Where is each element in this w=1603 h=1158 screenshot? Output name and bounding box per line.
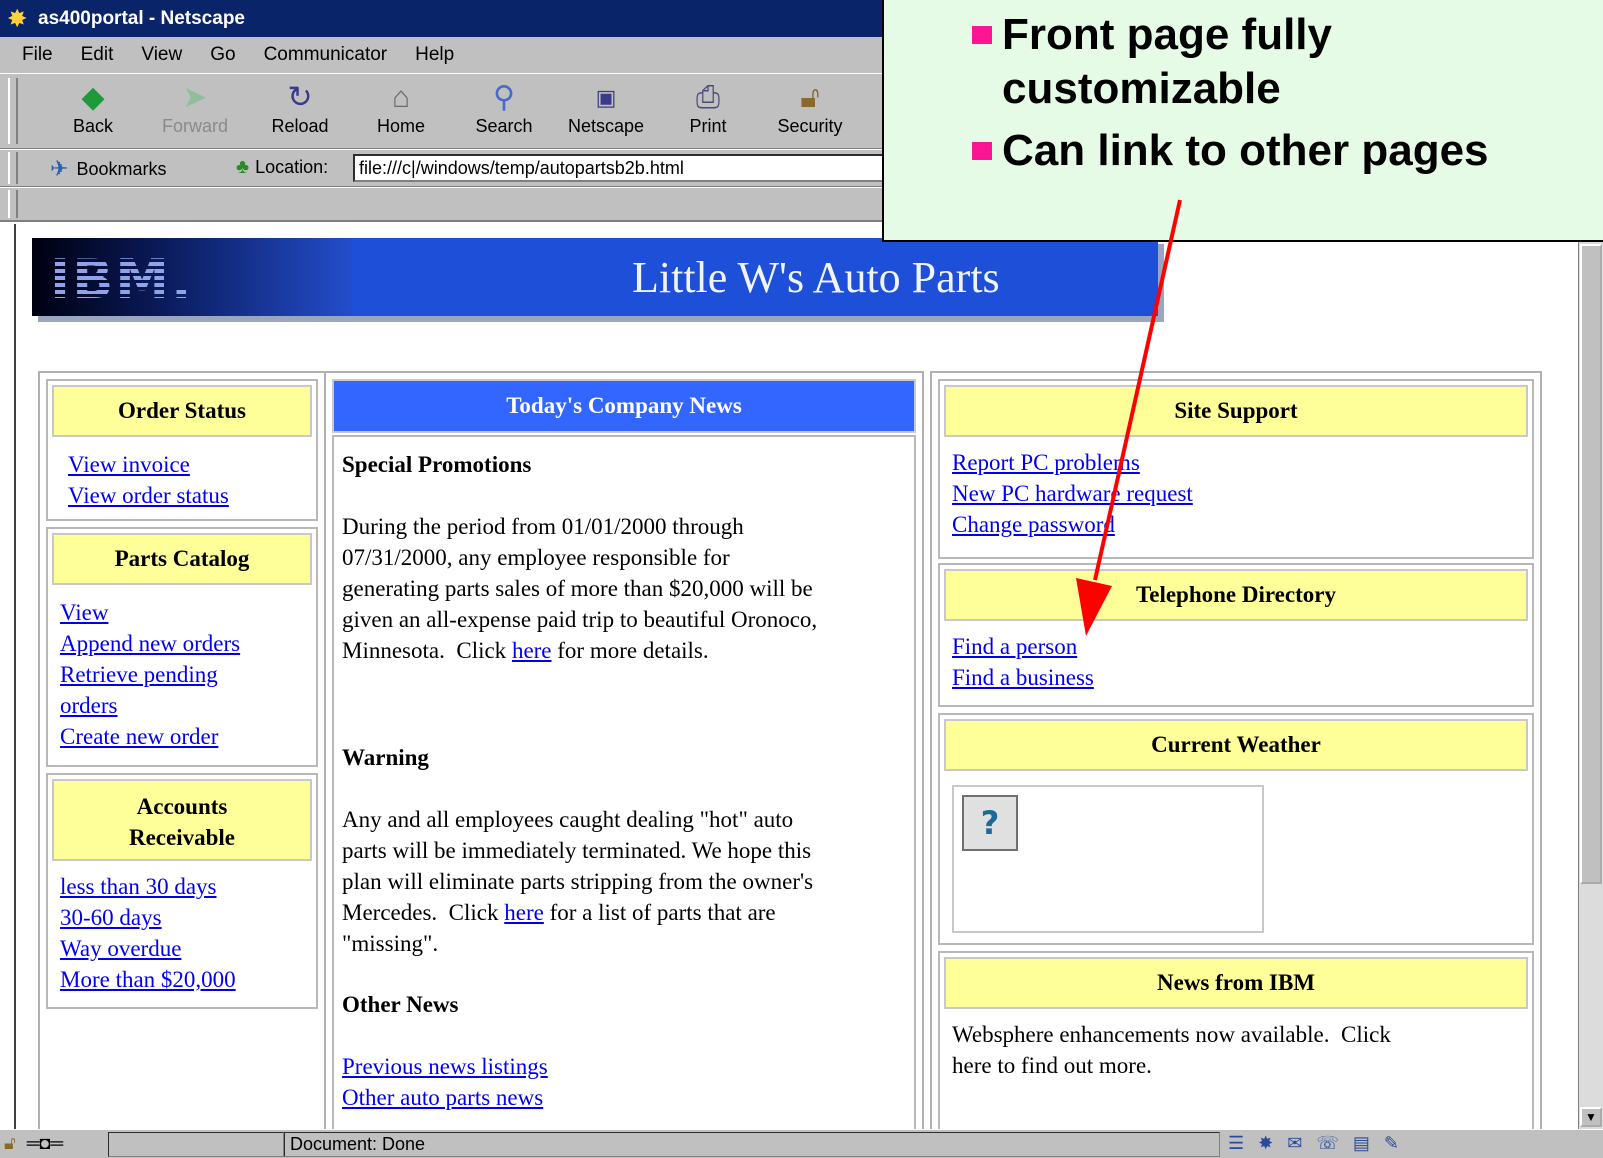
annotation-arrow bbox=[1076, 199, 1182, 636]
